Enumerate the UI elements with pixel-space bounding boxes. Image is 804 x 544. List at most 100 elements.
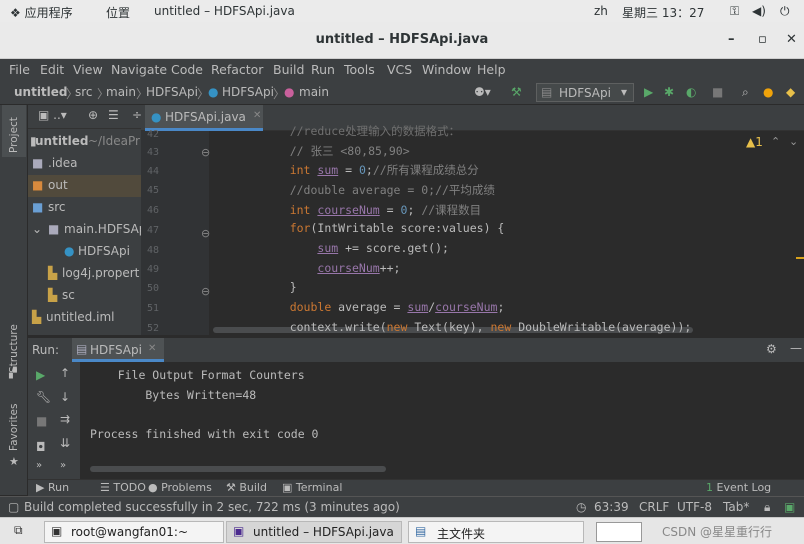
target-icon[interactable]: ⊕ — [88, 108, 98, 122]
breadcrumb-method[interactable]: main — [299, 85, 329, 99]
breadcrumb-main[interactable]: main — [106, 85, 136, 99]
show-desktop-icon[interactable]: ⧉ — [14, 523, 23, 538]
code-line[interactable]: } — [262, 280, 297, 294]
code-line[interactable]: //reduce处理输入的数据格式： — [262, 123, 460, 139]
soft-wrap-icon[interactable]: ⇉ — [60, 412, 70, 426]
coverage-icon[interactable]: ◐ — [686, 85, 696, 99]
structure-icon[interactable]: ▞ — [9, 368, 17, 379]
menu-build[interactable]: Build — [273, 62, 304, 77]
tree-item-log4j[interactable]: ▙ log4j.propert — [28, 263, 141, 285]
menu-navigate[interactable]: Navigate — [111, 62, 167, 77]
input-language[interactable]: zh — [594, 4, 608, 18]
minimize-button[interactable]: – — [728, 32, 735, 47]
menu-edit[interactable]: Edit — [40, 62, 64, 77]
menu-view[interactable]: View — [73, 62, 103, 77]
tree-item-src[interactable]: ■ src — [28, 197, 141, 219]
fold-icon[interactable]: ⊖ — [201, 146, 210, 159]
code-line[interactable]: //double average = 0;//平均成绩 — [262, 182, 495, 198]
build-hammer-icon[interactable]: ⚒ — [511, 85, 522, 99]
update-icon[interactable]: ● — [763, 85, 773, 99]
settings-icon[interactable]: ÷ — [132, 108, 141, 122]
tab-hdfsapi-java[interactable]: ● HDFSApi.java ✕ — [145, 105, 263, 131]
hide-panel-icon[interactable]: — — [790, 341, 802, 355]
code-line[interactable]: int sum = 0;//所有课程成绩总分 — [262, 162, 479, 178]
tool-run[interactable]: ▶ Run — [36, 481, 69, 494]
search-icon[interactable]: ⌕ — [742, 85, 749, 100]
menu-help[interactable]: Help — [477, 62, 506, 77]
run-tab-hdfsapi[interactable]: ▤ HDFSApi ✕ — [72, 338, 164, 362]
tool-event-log[interactable]: 1 Event Log — [706, 481, 771, 494]
run-config-selector[interactable]: ▤ HDFSApi ▾ — [536, 83, 634, 102]
user-icon[interactable]: ⚉▾ — [474, 85, 491, 99]
collapse-icon[interactable]: ☰ — [108, 108, 119, 122]
menu-window[interactable]: Window — [422, 62, 471, 77]
build-status-icon[interactable]: ▢ — [8, 500, 19, 514]
code-line[interactable]: context.write(new Text(key), new DoubleW… — [262, 320, 692, 334]
project-tool-label[interactable]: Project — [8, 117, 20, 153]
menu-run[interactable]: Run — [311, 62, 335, 77]
network-icon[interactable]: ⚿ — [730, 4, 739, 19]
tree-item-sc[interactable]: ▙ sc — [28, 285, 141, 307]
code-line[interactable]: double average = sum/courseNum; — [262, 300, 505, 314]
run-icon[interactable]: ▶ — [644, 85, 653, 99]
stop-icon[interactable]: ■ — [36, 414, 47, 428]
workspace-switcher[interactable] — [596, 522, 642, 542]
indent-setting[interactable]: Tab* — [723, 500, 749, 514]
fold-icon[interactable]: ⊖ — [201, 227, 210, 240]
structure-tool-label[interactable]: Structure — [8, 324, 20, 373]
debug-icon[interactable]: ✱ — [664, 85, 674, 99]
code-line[interactable]: // 张三 <80,85,90> — [262, 143, 410, 159]
maximize-button[interactable]: ▫ — [758, 32, 767, 47]
status-message[interactable]: Build completed successfully in 2 sec, 7… — [24, 500, 400, 514]
task-terminal[interactable]: ▣ root@wangfan01:~ — [44, 521, 224, 543]
breadcrumb-class[interactable]: HDFSApi — [222, 85, 274, 99]
volume-icon[interactable]: ◀) — [752, 4, 766, 18]
tree-item-root[interactable]: ▮ untitled ~/IdeaPr — [28, 131, 141, 153]
tool-build[interactable]: ⚒ Build — [226, 481, 267, 494]
fold-icon[interactable]: ⊖ — [201, 285, 210, 298]
lock-icon[interactable]: 🔒︎ — [764, 500, 770, 515]
tool-problems[interactable]: ● Problems — [148, 481, 212, 494]
active-window-name[interactable]: untitled – HDFSApi.java — [154, 4, 295, 18]
chevron-down-icon[interactable]: ⌄ — [789, 135, 798, 148]
more-icon[interactable]: » — [36, 460, 42, 471]
breadcrumb-project[interactable]: untitled — [14, 85, 68, 99]
menu-tools[interactable]: Tools — [344, 62, 375, 77]
apps-menu[interactable]: ❖ 应用程序 — [10, 4, 73, 21]
stop-icon[interactable]: ■ — [712, 85, 723, 99]
gear-icon[interactable]: ⚙ — [766, 342, 777, 356]
tree-item-out[interactable]: ■ out — [28, 175, 141, 197]
menu-refactor[interactable]: Refactor — [211, 62, 263, 77]
tree-item-iml[interactable]: ▙ untitled.iml — [28, 307, 141, 329]
arrow-down-icon[interactable]: ↓ — [60, 390, 70, 404]
tool-terminal[interactable]: ▣ Terminal — [282, 481, 342, 494]
menu-file[interactable]: File — [9, 62, 30, 77]
clock[interactable]: 星期三 13：27 — [622, 4, 704, 21]
caret-position[interactable]: 63:39 — [594, 500, 629, 514]
camera-icon[interactable]: ◘ — [36, 440, 46, 454]
chevron-up-icon[interactable]: ⌃ — [771, 135, 780, 148]
tree-item-package[interactable]: ⌄ ■ main.HDFSAp — [28, 219, 141, 241]
menu-code[interactable]: Code — [171, 62, 203, 77]
favorites-tool-label[interactable]: Favorites — [8, 404, 20, 451]
more-icon[interactable]: » — [60, 460, 66, 471]
task-files[interactable]: ▤ 主文件夹 — [408, 521, 584, 543]
places-menu[interactable]: 位置 — [106, 4, 130, 21]
file-encoding[interactable]: UTF-8 — [677, 500, 712, 514]
console-scrollbar[interactable] — [90, 466, 386, 472]
tree-item-idea[interactable]: ■ .idea — [28, 153, 141, 175]
arrow-up-icon[interactable]: ↑ — [60, 366, 70, 380]
close-tab-icon[interactable]: ✕ — [253, 110, 261, 121]
code-line[interactable]: int courseNum = 0; //课程数目 — [262, 202, 481, 218]
menu-vcs[interactable]: VCS — [387, 62, 412, 77]
tool-todo[interactable]: ☰ TODO — [100, 481, 146, 494]
star-icon[interactable]: ★ — [9, 455, 19, 468]
code-line[interactable]: courseNum++; — [262, 261, 400, 275]
line-separator[interactable]: CRLF — [639, 500, 669, 514]
power-icon[interactable]: ⏻ — [780, 4, 790, 19]
memory-icon[interactable]: ▣ — [784, 500, 795, 514]
breadcrumb-src[interactable]: src — [75, 85, 93, 99]
breadcrumb-hdfsapi[interactable]: HDFSApi — [146, 85, 198, 99]
view-mode-icon[interactable]: ▣ ..▾ — [38, 108, 67, 122]
plugin-icon[interactable]: ◆ — [786, 85, 795, 99]
